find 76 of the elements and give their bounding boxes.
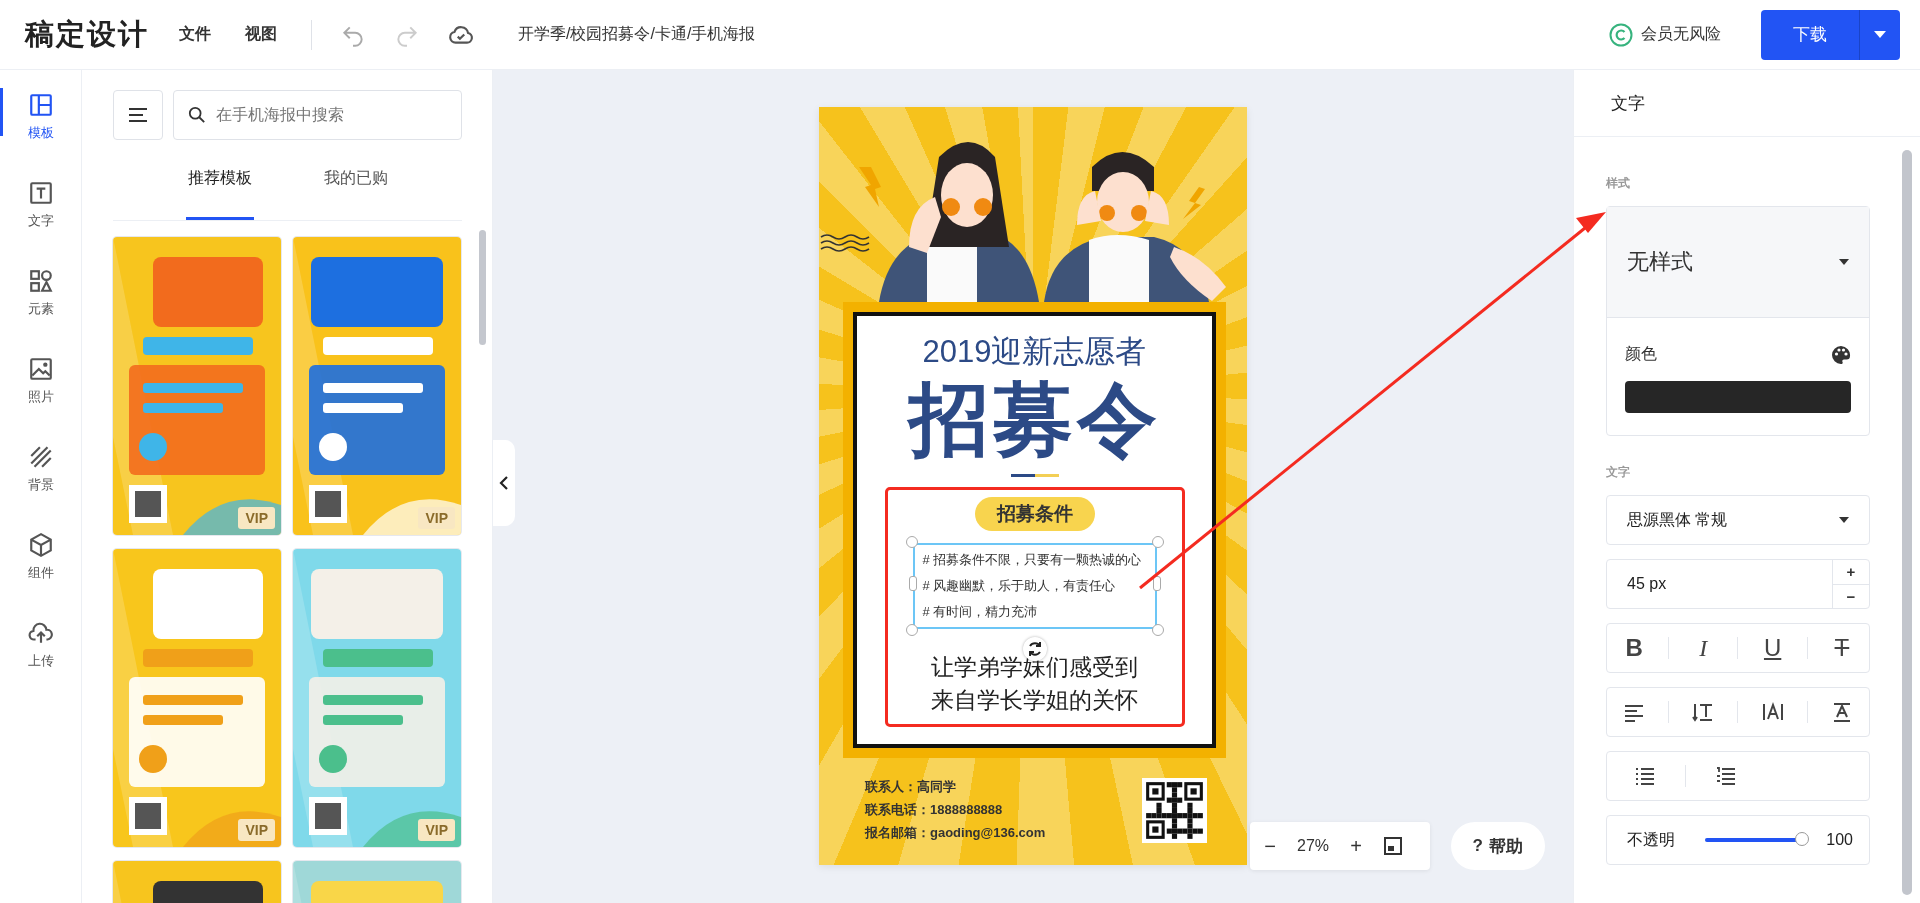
poster-message: 让学弟学妹们感受到 来自学长学姐的关怀 [931, 653, 1138, 715]
strike-button[interactable]: T [1821, 633, 1862, 663]
tab[interactable]: 我的已购 [321, 140, 390, 220]
selection-box[interactable]: 招募条件 # 招募条件不限，只要有一颗热诚的心 # 风趣幽默，乐于助人，有责任心 # 有时间，精力充沛 让学弟学妹们感受到 来自学长学姐的关怀 [884, 487, 1185, 727]
vip-badge: VIP [238, 507, 275, 529]
zoom-out-button[interactable]: − [1250, 833, 1290, 859]
rail-item[interactable]: 文字 [0, 176, 81, 264]
condition-line: # 风趣幽默，乐于助人，有责任心 [922, 577, 1116, 595]
caret-icon [1839, 259, 1849, 265]
logo: 稿定设计 [25, 16, 149, 52]
vip-badge: VIP [418, 507, 455, 529]
rail-item[interactable]: 照片 [0, 352, 81, 440]
opacity-label: 不透明 [1627, 829, 1675, 850]
vip-badge: VIP [238, 819, 275, 841]
search-field[interactable]: 在手机海报中搜索 [173, 90, 462, 140]
rail-item[interactable]: 背景 [0, 440, 81, 528]
section-label: 样式 [1606, 175, 1631, 192]
menu-button[interactable] [113, 90, 163, 140]
tab[interactable]: 推荐模板 [185, 140, 254, 220]
slider-thumb[interactable] [1795, 832, 1810, 846]
color-swatch[interactable] [1625, 381, 1851, 413]
poster-pill: 招募条件 [974, 497, 1095, 531]
condition-line: # 招募条件不限，只要有一颗热诚的心 [922, 551, 1142, 569]
condition-line: # 有时间，精力充沛 [922, 603, 1038, 621]
rail-item[interactable]: 元素 [0, 264, 81, 352]
rail-item[interactable]: 上传 [0, 616, 81, 704]
font-size-field[interactable]: 45 px + − [1606, 559, 1870, 609]
color-label: 颜色 [1625, 344, 1657, 364]
chevron-left-icon [499, 476, 509, 490]
image-icon [27, 356, 54, 382]
resize-handle[interactable] [1151, 624, 1164, 636]
menu-item[interactable]: 视图 [245, 24, 277, 45]
copyright-icon [1609, 22, 1633, 47]
font-select[interactable]: 思源黑体 常规 [1606, 495, 1870, 545]
poster-subtitle: 2019迎新志愿者 [922, 333, 1147, 371]
resize-handle[interactable] [908, 576, 917, 591]
scrollbar-thumb[interactable] [1902, 150, 1912, 895]
template-icon [27, 92, 54, 118]
rail-item[interactable]: 组件 [0, 528, 81, 616]
resize-handle[interactable] [1152, 576, 1161, 591]
shapes-icon [27, 268, 54, 294]
resize-handle[interactable] [905, 536, 918, 548]
divider-mark [1010, 474, 1059, 477]
panel-title: 文字 [1574, 70, 1920, 137]
increase-button[interactable]: + [1833, 560, 1869, 584]
resize-handle[interactable] [1151, 536, 1164, 548]
poster-title: 招募令 [908, 374, 1161, 466]
caret-icon [1839, 517, 1849, 523]
vip-badge: VIP [418, 819, 455, 841]
download-button[interactable]: 下载 [1761, 9, 1859, 60]
resize-handle[interactable] [905, 624, 918, 636]
underline-button[interactable]: U [1752, 633, 1793, 663]
help-button[interactable]: ? 帮助 [1450, 822, 1545, 870]
guarantee-label: 会员无风险 [1641, 24, 1721, 44]
upload-icon [27, 620, 54, 646]
text-icon [27, 180, 54, 206]
zoom-level: 27% [1296, 837, 1330, 855]
minimap-icon[interactable] [1384, 837, 1402, 855]
bold-button[interactable]: B [1614, 633, 1655, 663]
search-icon [188, 106, 206, 124]
scrollbar-thumb[interactable] [479, 230, 486, 345]
rail-item[interactable]: 模板 [0, 88, 81, 176]
section-label: 文字 [1606, 464, 1631, 481]
contact-line: 联系人：高同学 [865, 778, 957, 796]
menu-icon [128, 107, 148, 123]
menu-item[interactable]: 文件 [179, 24, 211, 45]
breadcrumb: 开学季/校园招募令/卡通/手机海报 [518, 24, 756, 44]
cube-icon [27, 532, 54, 558]
zoom-in-button[interactable]: + [1336, 833, 1376, 859]
opacity-value: 100 [1826, 831, 1853, 849]
decrease-button[interactable]: − [1833, 583, 1869, 608]
style-select[interactable]: 无样式 [1607, 207, 1869, 318]
palette-icon[interactable] [1831, 344, 1851, 365]
contact-line: 联系电话：1888888888 [865, 801, 1004, 819]
contact-line: 报名邮箱：gaoding@136.com [865, 824, 1046, 842]
italic-button[interactable]: I [1683, 633, 1724, 663]
